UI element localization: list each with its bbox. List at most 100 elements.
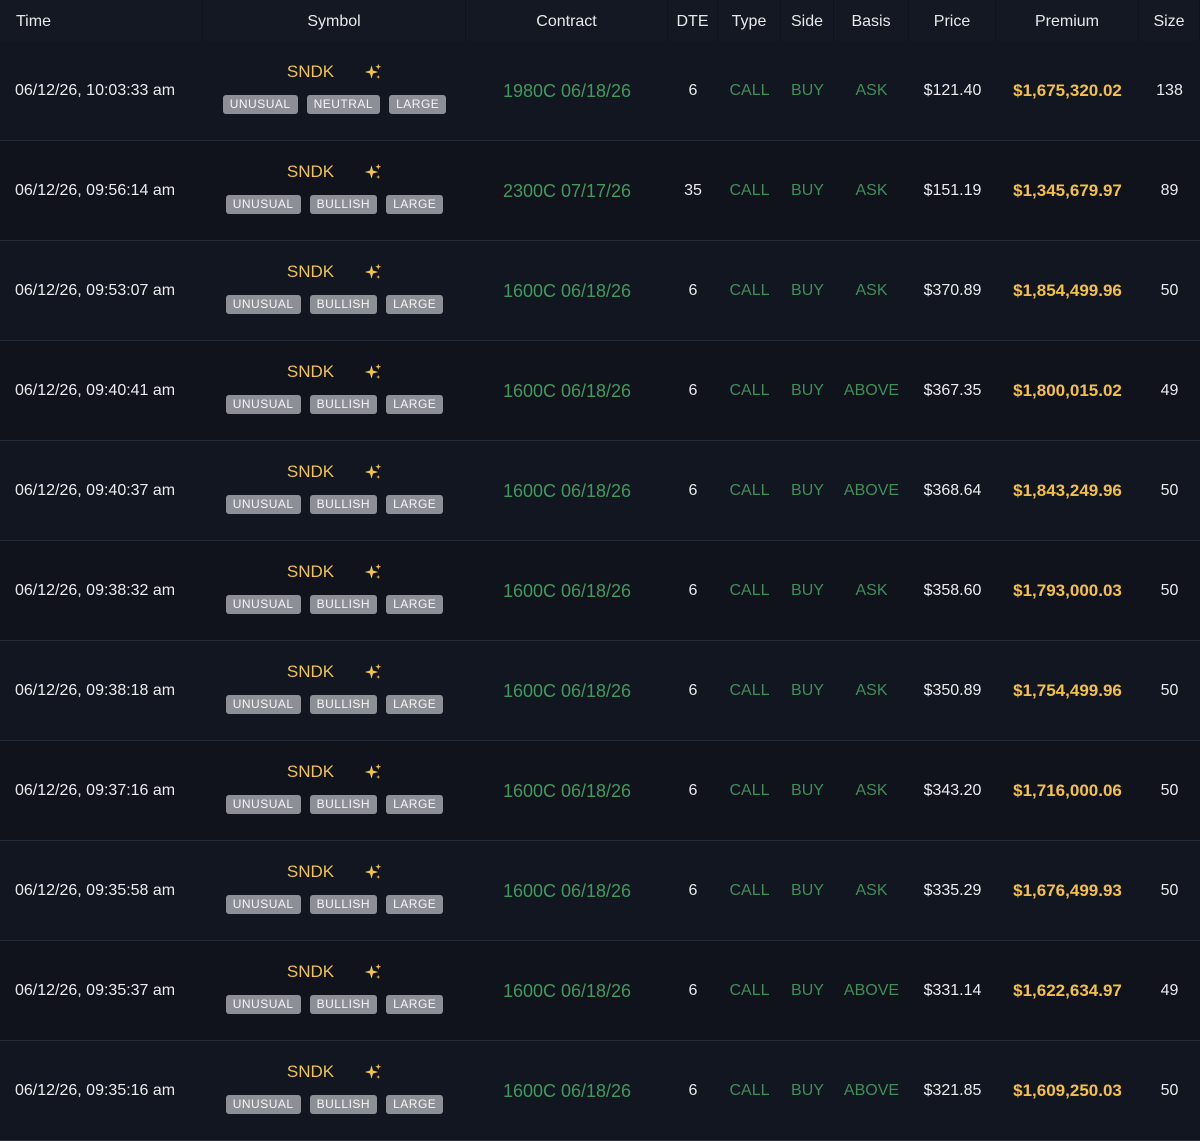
ticker-symbol[interactable]: SNDK bbox=[287, 162, 334, 182]
table-row[interactable]: 06/12/26, 09:53:07 am SNDK UNUSUAL BULLIS… bbox=[0, 241, 1200, 341]
tag-badge[interactable]: LARGE bbox=[386, 295, 444, 314]
size-cell: 50 bbox=[1160, 782, 1179, 799]
ticker-symbol[interactable]: SNDK bbox=[287, 962, 334, 982]
sparkle-icon[interactable] bbox=[364, 863, 382, 881]
tag-badge[interactable]: LARGE bbox=[389, 95, 447, 114]
contract-cell[interactable]: 1600C 06/18/26 bbox=[466, 741, 668, 841]
contract-cell[interactable]: 1600C 06/18/26 bbox=[466, 1041, 668, 1141]
contract-cell[interactable]: 1600C 06/18/26 bbox=[466, 941, 668, 1041]
table-row[interactable]: 06/12/26, 09:56:14 am SNDK UNUSUAL BULLIS… bbox=[0, 141, 1200, 241]
column-header-type[interactable]: Type bbox=[718, 0, 781, 41]
tag-badge[interactable]: UNUSUAL bbox=[225, 695, 301, 714]
tag-badge[interactable]: BULLISH bbox=[309, 695, 378, 714]
tag-badge[interactable]: UNUSUAL bbox=[225, 995, 301, 1014]
tag-badge[interactable]: UNUSUAL bbox=[225, 1095, 301, 1114]
table-row[interactable]: 06/12/26, 09:38:18 am SNDK UNUSUAL BULLIS… bbox=[0, 641, 1200, 741]
tag-badge[interactable]: BULLISH bbox=[309, 495, 378, 514]
contract-cell[interactable]: 1600C 06/18/26 bbox=[466, 841, 668, 941]
sparkle-icon[interactable] bbox=[364, 663, 382, 681]
tag-badge[interactable]: LARGE bbox=[386, 895, 444, 914]
tag-group: UNUSUAL NEUTRAL LARGE bbox=[222, 95, 447, 114]
contract-cell[interactable]: 2300C 07/17/26 bbox=[466, 141, 668, 241]
sparkle-icon[interactable] bbox=[364, 363, 382, 381]
time-cell: 06/12/26, 09:37:16 am bbox=[15, 782, 176, 799]
column-header-price[interactable]: Price bbox=[909, 0, 996, 41]
contract-cell[interactable]: 1600C 06/18/26 bbox=[466, 341, 668, 441]
ticker-symbol[interactable]: SNDK bbox=[287, 762, 334, 782]
ticker-symbol[interactable]: SNDK bbox=[287, 1062, 334, 1082]
premium-cell: $1,622,634.97 bbox=[1013, 981, 1122, 1000]
tag-badge[interactable]: UNUSUAL bbox=[225, 395, 301, 414]
sparkle-icon[interactable] bbox=[364, 263, 382, 281]
ticker-symbol[interactable]: SNDK bbox=[287, 62, 334, 82]
tag-badge[interactable]: BULLISH bbox=[309, 395, 378, 414]
column-header-dte[interactable]: DTE bbox=[668, 0, 718, 41]
tag-badge[interactable]: UNUSUAL bbox=[225, 795, 301, 814]
contract-cell[interactable]: 1600C 06/18/26 bbox=[466, 241, 668, 341]
table-row[interactable]: 06/12/26, 09:40:37 am SNDK UNUSUAL BULLIS… bbox=[0, 441, 1200, 541]
sparkle-icon[interactable] bbox=[364, 563, 382, 581]
price-cell: $321.85 bbox=[923, 1082, 982, 1099]
ticker-symbol[interactable]: SNDK bbox=[287, 262, 334, 282]
sparkle-icon[interactable] bbox=[364, 63, 382, 81]
tag-badge[interactable]: UNUSUAL bbox=[225, 295, 301, 314]
table-row[interactable]: 06/12/26, 09:35:37 am SNDK UNUSUAL BULLIS… bbox=[0, 941, 1200, 1041]
column-header-side[interactable]: Side bbox=[781, 0, 834, 41]
tag-badge[interactable]: UNUSUAL bbox=[222, 95, 298, 114]
column-header-size[interactable]: Size bbox=[1139, 0, 1200, 41]
column-header-symbol[interactable]: Symbol bbox=[203, 0, 466, 41]
side-cell: BUY bbox=[791, 382, 824, 399]
ticker-symbol[interactable]: SNDK bbox=[287, 562, 334, 582]
contract-cell[interactable]: 1980C 06/18/26 bbox=[466, 41, 668, 141]
ticker-symbol[interactable]: SNDK bbox=[287, 462, 334, 482]
column-header-contract[interactable]: Contract bbox=[466, 0, 668, 41]
basis-cell: ABOVE bbox=[843, 982, 900, 999]
contract-cell[interactable]: 1600C 06/18/26 bbox=[466, 641, 668, 741]
tag-badge[interactable]: LARGE bbox=[386, 195, 444, 214]
tag-badge[interactable]: LARGE bbox=[386, 995, 444, 1014]
tag-badge[interactable]: LARGE bbox=[386, 395, 444, 414]
tag-badge[interactable]: LARGE bbox=[386, 695, 444, 714]
tag-badge[interactable]: UNUSUAL bbox=[225, 195, 301, 214]
table-row[interactable]: 06/12/26, 09:37:16 am SNDK UNUSUAL BULLIS… bbox=[0, 741, 1200, 841]
dte-cell: 6 bbox=[688, 382, 698, 399]
tag-badge[interactable]: LARGE bbox=[386, 495, 444, 514]
tag-badge[interactable]: UNUSUAL bbox=[225, 495, 301, 514]
sparkle-icon[interactable] bbox=[364, 1063, 382, 1081]
ticker-symbol[interactable]: SNDK bbox=[287, 862, 334, 882]
tag-badge[interactable]: UNUSUAL bbox=[225, 895, 301, 914]
sparkle-icon[interactable] bbox=[364, 463, 382, 481]
table-row[interactable]: 06/12/26, 09:38:32 am SNDK UNUSUAL BULLIS… bbox=[0, 541, 1200, 641]
symbol-cell: SNDK UNUSUAL BULLISH LARGE bbox=[203, 641, 466, 741]
tag-badge[interactable]: BULLISH bbox=[309, 995, 378, 1014]
column-header-time[interactable]: Time bbox=[0, 0, 203, 41]
tag-badge[interactable]: BULLISH bbox=[309, 595, 378, 614]
column-header-premium[interactable]: Premium bbox=[996, 0, 1139, 41]
ticker-symbol[interactable]: SNDK bbox=[287, 662, 334, 682]
column-header-basis[interactable]: Basis bbox=[834, 0, 909, 41]
tag-badge[interactable]: UNUSUAL bbox=[225, 595, 301, 614]
sparkle-icon[interactable] bbox=[364, 763, 382, 781]
tag-badge[interactable]: LARGE bbox=[386, 1095, 444, 1114]
tag-group: UNUSUAL BULLISH LARGE bbox=[225, 1095, 444, 1114]
tag-badge[interactable]: BULLISH bbox=[309, 295, 378, 314]
table-row[interactable]: 06/12/26, 09:35:58 am SNDK UNUSUAL BULLIS… bbox=[0, 841, 1200, 941]
table-row[interactable]: 06/12/26, 10:03:33 am SNDK UNUSUAL NEUTRA… bbox=[0, 41, 1200, 141]
tag-badge[interactable]: LARGE bbox=[386, 595, 444, 614]
tag-badge[interactable]: BULLISH bbox=[309, 795, 378, 814]
table-row[interactable]: 06/12/26, 09:40:41 am SNDK UNUSUAL BULLIS… bbox=[0, 341, 1200, 441]
ticker-symbol[interactable]: SNDK bbox=[287, 362, 334, 382]
tag-badge[interactable]: LARGE bbox=[386, 795, 444, 814]
dte-cell: 6 bbox=[688, 982, 698, 999]
tag-badge[interactable]: BULLISH bbox=[309, 195, 378, 214]
dte-cell: 6 bbox=[688, 782, 698, 799]
sparkle-icon[interactable] bbox=[364, 963, 382, 981]
contract-cell[interactable]: 1600C 06/18/26 bbox=[466, 441, 668, 541]
sparkle-icon[interactable] bbox=[364, 163, 382, 181]
tag-badge[interactable]: NEUTRAL bbox=[306, 95, 381, 114]
tag-badge[interactable]: BULLISH bbox=[309, 895, 378, 914]
tag-badge[interactable]: BULLISH bbox=[309, 1095, 378, 1114]
contract-cell[interactable]: 1600C 06/18/26 bbox=[466, 541, 668, 641]
table-row[interactable]: 06/12/26, 09:35:16 am SNDK UNUSUAL BULLIS… bbox=[0, 1041, 1200, 1141]
tag-group: UNUSUAL BULLISH LARGE bbox=[225, 595, 444, 614]
